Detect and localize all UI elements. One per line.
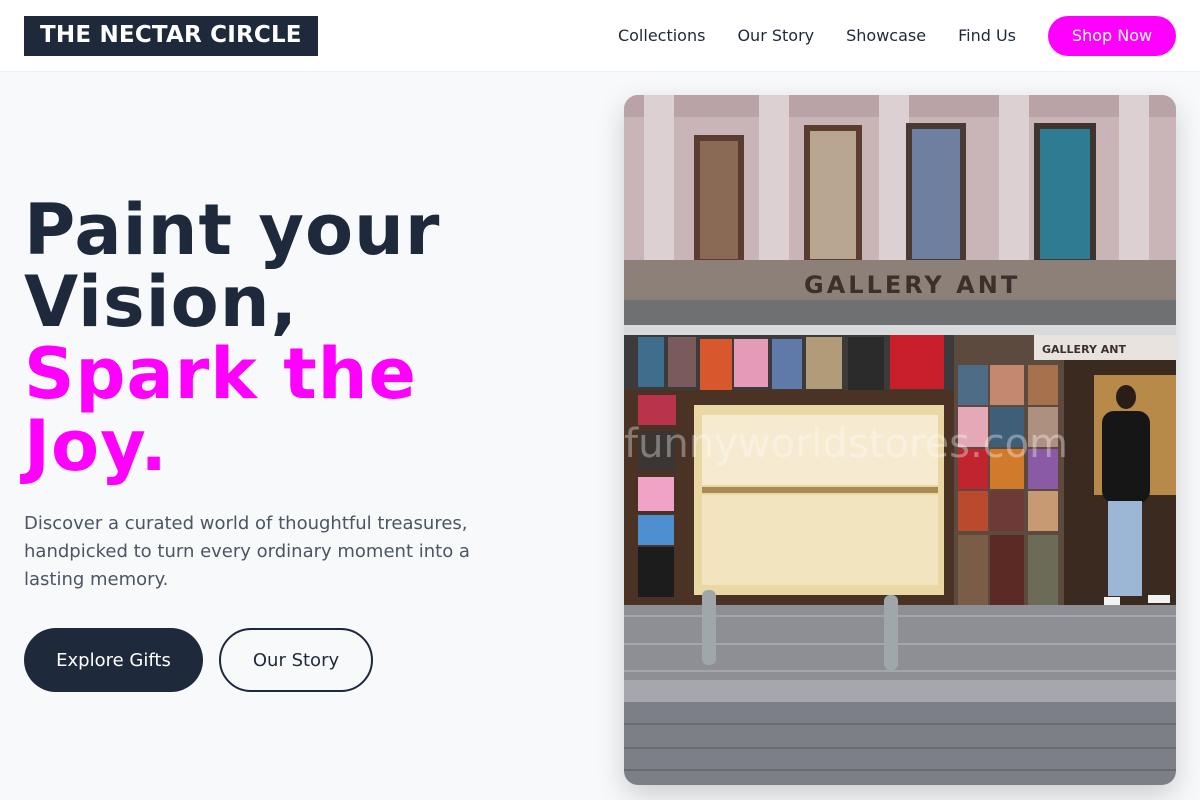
storefront-illustration: GALLERY ANT GALLERY ANT funnyworldstores… (624, 95, 1176, 785)
small-sign-text: GALLERY ANT (1042, 343, 1126, 356)
shop-sign-text: GALLERY ANT (804, 271, 1020, 299)
nav-link-showcase[interactable]: Showcase (846, 26, 926, 46)
site-header: THE NECTAR CIRCLE Collections Our Story … (0, 0, 1200, 72)
storefront-photo: GALLERY ANT GALLERY ANT funnyworldstores… (624, 95, 1176, 785)
headline-line-2: Vision, (24, 261, 299, 343)
headline-line-1: Paint your (24, 189, 441, 271)
nav-link-collections[interactable]: Collections (618, 26, 705, 46)
nav-link-our-story[interactable]: Our Story (737, 26, 814, 46)
hero-subtext: Discover a curated world of thoughtful t… (24, 513, 470, 590)
brand-logo[interactable]: THE NECTAR CIRCLE (24, 15, 318, 56)
our-story-button[interactable]: Our Story (219, 628, 373, 692)
explore-gifts-button[interactable]: Explore Gifts (24, 628, 203, 692)
headline-accent-1: Spark the (24, 333, 417, 415)
hero-headline: Paint your Vision, Spark the Joy. (24, 194, 544, 482)
headline-accent-2: Joy. (24, 405, 168, 487)
shop-now-button[interactable]: Shop Now (1048, 15, 1176, 56)
photo-watermark: funnyworldstores.com (624, 421, 1068, 467)
nav-link-find-us[interactable]: Find Us (958, 26, 1016, 46)
hero-content: Paint your Vision, Spark the Joy. Discov… (24, 194, 544, 692)
main-nav: Collections Our Story Showcase Find Us S… (618, 15, 1176, 56)
hero-buttons: Explore Gifts Our Story (24, 628, 544, 692)
